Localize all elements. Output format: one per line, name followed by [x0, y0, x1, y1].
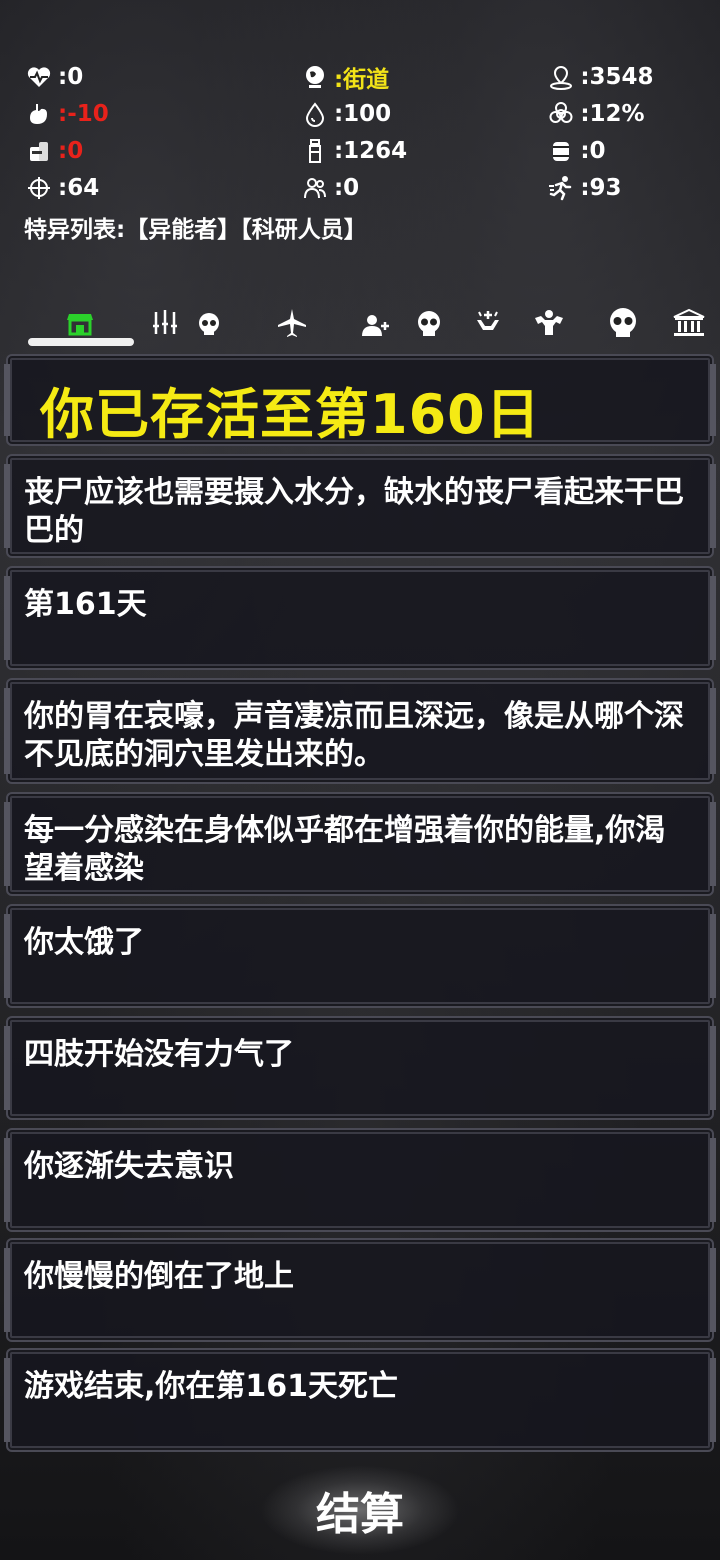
barrel-icon — [546, 137, 576, 165]
log-entry-text: 第161天 — [24, 587, 147, 622]
tab-zombie-small[interactable] — [192, 306, 226, 340]
tab-zombie[interactable] — [412, 306, 446, 340]
map-pin-icon — [546, 63, 576, 91]
infection-stat: :12% — [546, 100, 704, 128]
log-entry-text: 游戏结束,你在第161天死亡 — [24, 1369, 399, 1404]
log-entry-text: 每一分感染在身体似乎都在增强着你的能量,你渴望着感染 — [24, 813, 666, 886]
location-stat: :街道 — [300, 60, 546, 94]
barrel-stat: :0 — [546, 137, 704, 165]
shop-icon — [67, 314, 93, 336]
heart-pulse-icon — [24, 63, 54, 91]
health-stat: :0 — [24, 63, 300, 91]
tab-recruit[interactable] — [358, 306, 392, 340]
stats-row-2: :-10 :100 :12% — [24, 95, 704, 132]
log-entry: 四肢开始没有力气了 — [4, 1016, 716, 1120]
bank-icon — [673, 308, 705, 336]
water-stat: :100 — [300, 100, 546, 128]
log-entry: 每一分感染在身体似乎都在增强着你的能量,你渴望着感染 — [4, 792, 716, 896]
muscle-icon — [535, 310, 563, 335]
infection-value: :12% — [580, 100, 645, 127]
stamina-stat: :93 — [546, 174, 704, 202]
crosshair-icon — [24, 174, 54, 202]
big-skull-icon — [610, 308, 636, 337]
log-entry-text: 四肢开始没有力气了 — [24, 1037, 294, 1072]
log-entry: 你慢慢的倒在了地上 — [4, 1238, 716, 1342]
tab-boss[interactable] — [604, 306, 642, 340]
log-entry: 你的胃在哀嚎，声音凄凉而且深远，像是从哪个深不见底的洞穴里发出来的。 — [4, 678, 716, 784]
airplane-icon — [278, 309, 306, 337]
settle-button[interactable]: 结算 — [260, 1465, 460, 1555]
hunger-value: :-10 — [58, 100, 109, 127]
bottle-value: :1264 — [333, 137, 408, 164]
bottle-stat: :1264 — [300, 137, 546, 165]
biohazard-icon — [546, 100, 576, 128]
log-entry: 游戏结束,你在第161天死亡 — [4, 1348, 716, 1452]
food-stat: :0 — [24, 137, 300, 165]
stomach-icon — [24, 100, 54, 128]
tab-travel[interactable] — [274, 306, 310, 340]
people-icon — [300, 174, 330, 202]
stats-row-3: :0 :1264 :0 — [24, 132, 704, 169]
water-drop-icon — [300, 100, 330, 128]
food-value: :0 — [58, 137, 84, 164]
health-value: :0 — [58, 63, 84, 90]
distance-value: :3548 — [580, 63, 654, 90]
status-panel: :0 :街道 :3548 :-10 :100:12%:0:1264:0 … — [24, 58, 704, 244]
tab-shop[interactable] — [62, 306, 98, 340]
tab-bank[interactable] — [668, 306, 710, 340]
stats-row-1: :0 :街道 :3548 — [24, 58, 704, 95]
log-entry: 第161天 — [4, 566, 716, 670]
barrel-value: :0 — [580, 137, 606, 164]
stamina-value: :93 — [580, 174, 622, 201]
add-person-icon — [362, 315, 389, 336]
globe-icon — [300, 63, 330, 91]
log-entry: 你太饿了 — [4, 904, 716, 1008]
tab-weapons[interactable] — [148, 306, 182, 340]
tab-heal[interactable] — [470, 306, 506, 340]
log-entry: 你逐渐失去意识 — [4, 1128, 716, 1232]
log-entry-text: 你慢慢的倒在了地上 — [24, 1259, 294, 1294]
aim-value: :64 — [58, 174, 100, 201]
distance-stat: :3548 — [546, 63, 704, 91]
log-entry-text: 你的胃在哀嚎，声音凄凉而且深远，像是从哪个深不见底的洞穴里发出来的。 — [24, 699, 684, 772]
headline-card: 你已存活至第160日 — [4, 354, 716, 446]
survival-headline: 你已存活至第160日 — [40, 383, 541, 446]
location-value: :街道 — [333, 66, 390, 93]
running-icon — [546, 174, 576, 202]
hunger-stat: :-10 — [24, 100, 300, 128]
log-entry-text: 丧尸应该也需要摄入水分，缺水的丧尸看起来干巴巴的 — [24, 475, 684, 548]
special-list: 特异列表:【异能者】【科研人员】 — [24, 217, 367, 243]
stats-row-4: :64 :0 :93 — [24, 169, 704, 206]
log-entry-text: 你太饿了 — [24, 925, 144, 960]
skull-icon — [418, 311, 440, 336]
aim-stat: :64 — [24, 174, 300, 202]
survivors-value: :0 — [333, 174, 360, 201]
survivors-stat: :0 — [300, 174, 546, 202]
hand-heal-icon — [477, 311, 499, 330]
log-entry: 丧尸应该也需要摄入水分，缺水的丧尸看起来干巴巴的 — [4, 454, 716, 558]
bottle-icon — [300, 137, 330, 165]
active-tab-indicator — [28, 338, 134, 346]
log-entry-text: 你逐渐失去意识 — [24, 1149, 234, 1184]
weapons-icon — [153, 310, 177, 334]
skull-small-icon — [199, 313, 219, 335]
tab-train[interactable] — [530, 306, 568, 340]
tab-bar — [0, 300, 720, 350]
water-value: :100 — [333, 100, 392, 127]
food-can-icon — [24, 137, 54, 165]
